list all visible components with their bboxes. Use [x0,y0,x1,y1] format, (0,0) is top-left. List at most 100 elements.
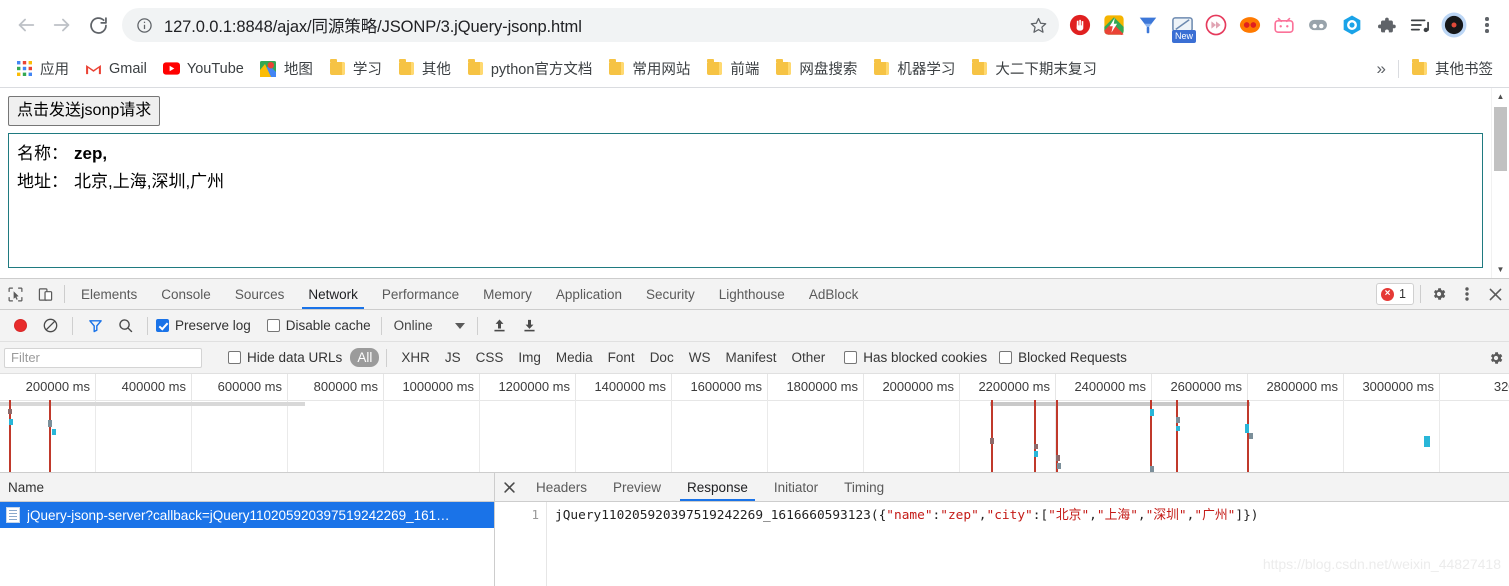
filter-type-all[interactable]: All [350,348,380,367]
bookmark-folder-netdisk-search[interactable]: 网盘搜索 [767,56,865,82]
hexagon-extension-icon[interactable] [1337,10,1367,40]
bookmark-item-gmail[interactable]: Gmail [77,56,155,82]
tab-console[interactable]: Console [149,279,223,309]
record-stop-icon[interactable] [6,313,34,339]
bookmark-folder-xuexi[interactable]: 学习 [321,56,390,82]
bookmark-folder-qita[interactable]: 其他 [390,56,459,82]
preserve-log-checkbox[interactable]: Preserve log [156,318,251,333]
address-bar[interactable]: 127.0.0.1:8848/ajax/同源策略/JSONP/3.jQuery-… [122,8,1059,42]
forward-button[interactable] [44,7,80,43]
disable-cache-checkbox[interactable]: Disable cache [266,318,371,333]
scroll-down-arrow-icon[interactable]: ▼ [1492,261,1509,278]
tab-performance[interactable]: Performance [370,279,471,309]
bookmark-folder-other-bookmarks[interactable]: 其他书签 [1403,56,1501,82]
checkbox-box[interactable] [999,351,1013,364]
error-count-badge[interactable]: × 1 [1376,283,1414,305]
toolbar-divider-3 [380,316,382,335]
filter-type-xhr[interactable]: XHR [394,348,437,367]
import-har-icon[interactable] [486,313,514,339]
bookmarks-overflow-button[interactable]: » [1369,59,1394,79]
request-row[interactable]: jQuery-jsonp-server?callback=jQuery11020… [0,502,494,528]
bookmark-item-youtube[interactable]: YouTube [155,56,252,82]
network-settings-gear-icon[interactable] [1483,350,1509,366]
tab-elements[interactable]: Elements [69,279,149,309]
infinity-extension-icon[interactable] [1235,10,1265,40]
close-detail-icon[interactable] [495,473,523,501]
new-badge-extension-icon[interactable]: New [1167,10,1197,43]
devtools-close-icon[interactable] [1481,279,1509,309]
clear-network-log-icon[interactable] [36,313,64,339]
detail-tab-response[interactable]: Response [674,473,761,501]
devtools-settings-gear-icon[interactable] [1425,279,1453,309]
tab-memory[interactable]: Memory [471,279,544,309]
blue-diamond-extension-icon[interactable] [1133,10,1163,40]
filter-type-doc[interactable]: Doc [643,348,681,367]
bookmark-folder-python-docs[interactable]: python官方文档 [459,56,601,82]
request-list-header[interactable]: Name [0,473,494,502]
timeline-selection-bar[interactable] [990,402,1250,406]
bookmark-folder-frontend[interactable]: 前端 [698,56,767,82]
bookmark-folder-machine-learning[interactable]: 机器学习 [865,56,963,82]
network-overview-timeline[interactable]: 200000 ms 400000 ms 600000 ms 800000 ms … [0,374,1509,473]
filter-type-media[interactable]: Media [549,348,600,367]
filter-funnel-icon[interactable] [81,313,109,339]
tab-adblock[interactable]: AdBlock [797,279,871,309]
response-code-text[interactable]: jQuery110205920397519242269_161666059312… [547,502,1509,586]
page-info-icon[interactable] [134,15,154,35]
throttling-dropdown[interactable]: Online [390,318,469,333]
detail-tab-initiator[interactable]: Initiator [761,473,831,501]
bookmark-folder-final-review[interactable]: 大二下期末复习 [963,56,1105,82]
timeline-body[interactable] [0,400,1509,472]
search-icon[interactable] [111,313,139,339]
back-button[interactable] [8,7,44,43]
tab-lighthouse[interactable]: Lighthouse [707,279,797,309]
filter-type-img[interactable]: Img [511,348,548,367]
inspect-element-icon[interactable] [0,279,30,309]
scrollbar-thumb[interactable] [1494,107,1507,171]
has-blocked-cookies-checkbox[interactable]: Has blocked cookies [844,350,987,365]
dark-reader-extension-icon[interactable] [1303,10,1333,40]
tab-sources[interactable]: Sources [223,279,297,309]
bookmark-item-apps[interactable]: 应用 [8,56,77,82]
fast-forward-extension-icon[interactable] [1201,10,1231,40]
filter-type-manifest[interactable]: Manifest [718,348,783,367]
chrome-menu-kebab-icon[interactable] [1473,10,1501,40]
bookmark-item-maps[interactable]: 地图 [252,56,321,82]
adblock-extension-icon[interactable] [1065,10,1095,40]
request-list[interactable]: jQuery-jsonp-server?callback=jQuery11020… [0,502,494,586]
timeline-event-chip [990,438,994,444]
detail-tab-timing[interactable]: Timing [831,473,897,501]
bilibili-extension-icon[interactable] [1269,10,1299,40]
filter-input[interactable]: Filter [4,347,202,368]
playlist-extension-icon[interactable] [1405,10,1435,40]
blocked-requests-checkbox[interactable]: Blocked Requests [999,350,1127,365]
send-jsonp-request-button[interactable]: 点击发送jsonp请求 [8,96,161,126]
scroll-up-arrow-icon[interactable]: ▲ [1492,88,1509,105]
detail-tab-preview[interactable]: Preview [600,473,674,501]
checkbox-box[interactable] [156,319,169,332]
reload-button[interactable] [80,7,116,43]
filter-type-other[interactable]: Other [784,348,832,367]
hide-data-urls-checkbox[interactable]: Hide data URLs [228,350,342,365]
filter-type-ws[interactable]: WS [682,348,718,367]
response-body[interactable]: 1 jQuery110205920397519242269_1616660593… [495,502,1509,586]
tab-network[interactable]: Network [296,279,370,309]
colorful-square-extension-icon[interactable] [1099,10,1129,40]
filter-type-font[interactable]: Font [601,348,642,367]
filter-type-js[interactable]: JS [438,348,468,367]
checkbox-box[interactable] [266,319,280,332]
toggle-device-toolbar-icon[interactable] [30,279,60,309]
profile-avatar-icon[interactable] [1439,10,1469,40]
export-har-icon[interactable] [516,313,544,339]
bookmark-folder-common-sites[interactable]: 常用网站 [600,56,698,82]
detail-tab-headers[interactable]: Headers [523,473,600,501]
page-vertical-scrollbar[interactable]: ▲ ▼ [1491,88,1509,278]
tab-security[interactable]: Security [634,279,707,309]
puzzle-extensions-icon[interactable] [1371,10,1401,40]
checkbox-box[interactable] [228,351,241,364]
filter-type-css[interactable]: CSS [469,348,511,367]
devtools-more-kebab-icon[interactable] [1453,279,1481,309]
tab-application[interactable]: Application [544,279,634,309]
bookmark-star-icon[interactable] [1023,10,1053,40]
checkbox-box[interactable] [844,351,858,364]
